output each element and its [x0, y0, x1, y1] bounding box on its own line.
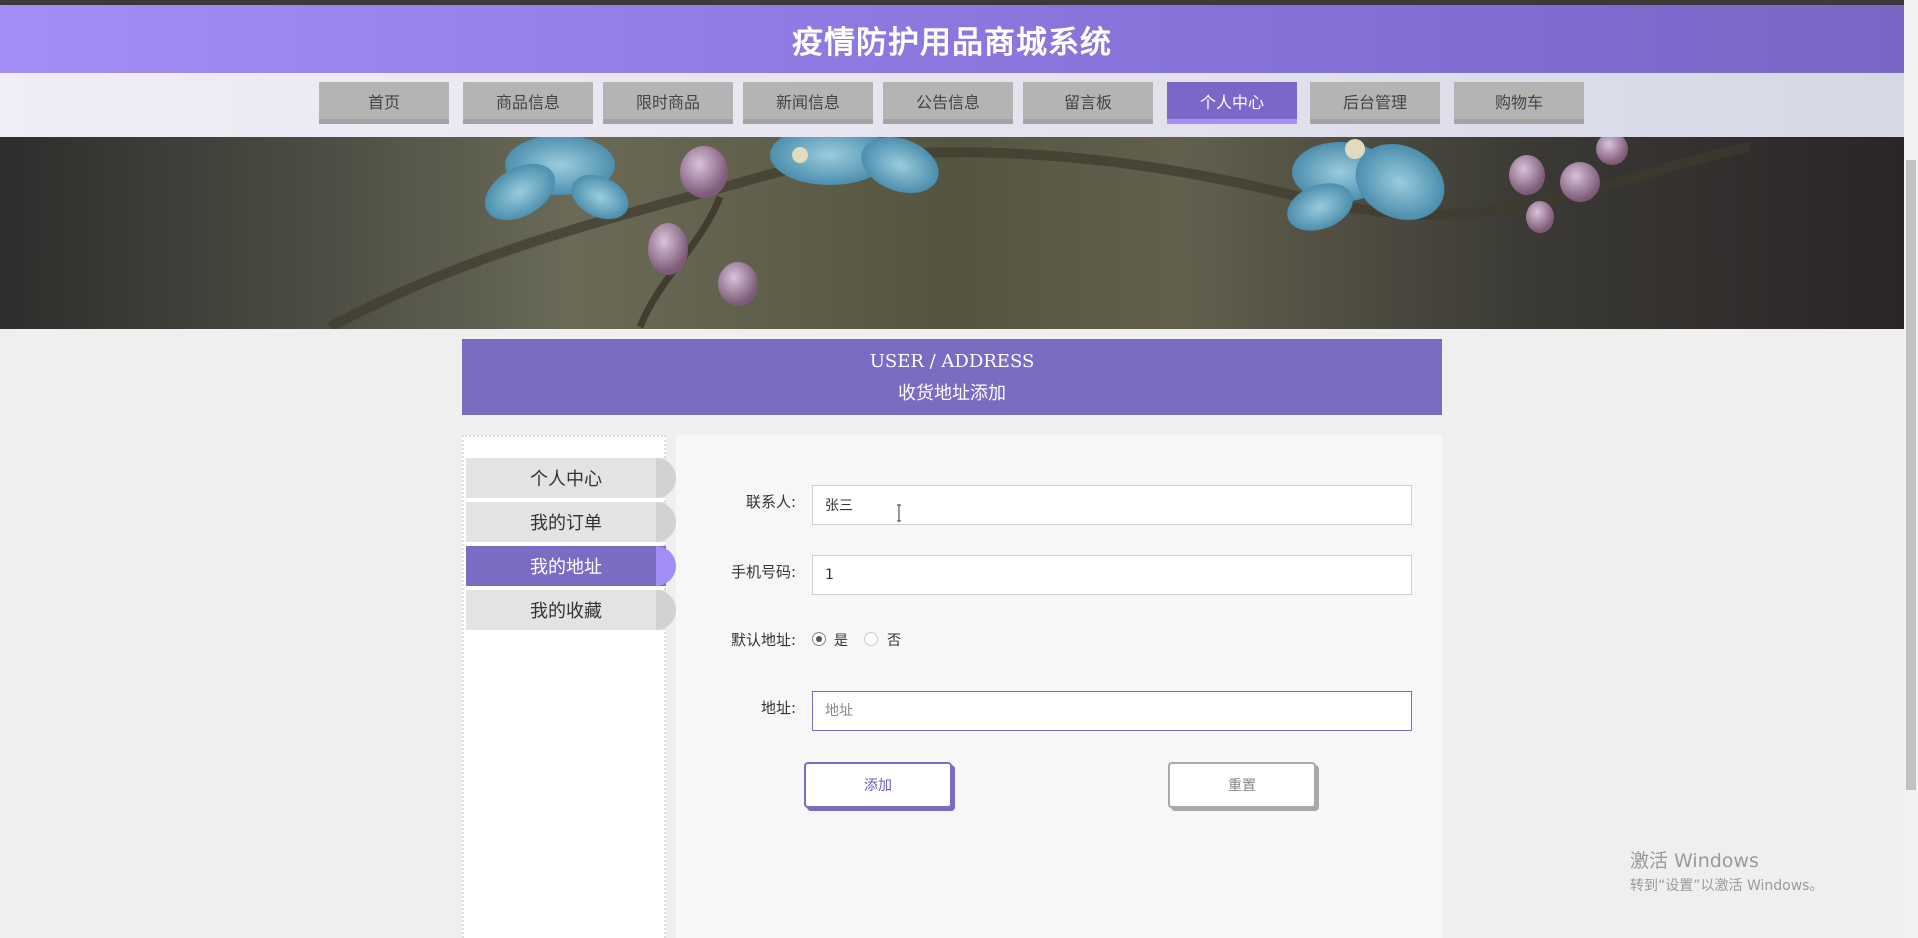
address-input[interactable] [812, 691, 1412, 731]
main-nav: 首页 商品信息 限时商品 新闻信息 公告信息 留言板 个人中心 后台管理 购物车 [0, 73, 1904, 137]
default-no-radio[interactable] [864, 632, 878, 646]
sidebar-item-my-address[interactable]: 我的地址 [466, 546, 676, 586]
site-title: 疫情防护用品商城系统 [792, 24, 1112, 61]
user-sidebar: 个人中心 我的订单 我的地址 我的收藏 [462, 435, 676, 938]
address-form: 联系人: 手机号码: 默认地址: 是 否 地址: 添加 重置 [676, 435, 1442, 938]
contact-input[interactable] [812, 485, 1412, 525]
page-scrollbar[interactable] [1904, 0, 1918, 938]
section-title-cn: 收货地址添加 [898, 383, 1006, 404]
phone-label: 手机号码: [730, 563, 796, 581]
site-header: 疫情防护用品商城系统 [0, 5, 1904, 73]
default-address-label: 默认地址: [730, 631, 796, 649]
sidebar-item-my-orders[interactable]: 我的订单 [466, 502, 676, 542]
add-button[interactable]: 添加 [804, 762, 952, 808]
scrollbar-thumb[interactable] [1906, 160, 1916, 790]
banner-image [0, 137, 1904, 329]
nav-item-message-board[interactable]: 留言板 [1023, 82, 1153, 124]
sidebar-item-label: 我的地址 [530, 557, 602, 578]
default-yes-label: 是 [834, 633, 848, 649]
nav-item-cart[interactable]: 购物车 [1454, 82, 1584, 124]
nav-item-home[interactable]: 首页 [319, 82, 449, 124]
default-yes-radio[interactable] [812, 632, 826, 646]
sidebar-item-label: 个人中心 [530, 469, 602, 490]
sidebar-item-label: 我的订单 [530, 513, 602, 534]
windows-activation-watermark: 激活 Windows 转到“设置”以激活 Windows。 [1630, 846, 1823, 895]
sidebar-item-label: 我的收藏 [530, 601, 602, 622]
reset-button[interactable]: 重置 [1168, 762, 1316, 808]
watermark-line-2: 转到“设置”以激活 Windows。 [1630, 878, 1824, 894]
flower-illustration [327, 137, 1751, 329]
nav-item-news[interactable]: 新闻信息 [743, 82, 873, 124]
contact-label: 联系人: [745, 493, 796, 511]
nav-item-admin[interactable]: 后台管理 [1310, 82, 1440, 124]
nav-item-announcements[interactable]: 公告信息 [883, 82, 1013, 124]
address-label: 地址: [760, 699, 796, 717]
nav-item-products[interactable]: 商品信息 [463, 82, 593, 124]
text-cursor-icon [897, 504, 901, 522]
sidebar-item-personal-center[interactable]: 个人中心 [466, 458, 676, 498]
sidebar-item-my-favorites[interactable]: 我的收藏 [466, 590, 676, 630]
section-title-en: USER / ADDRESS [869, 351, 1035, 372]
watermark-line-1: 激活 Windows [1630, 850, 1759, 872]
phone-input[interactable] [812, 555, 1412, 595]
section-header: USER / ADDRESS 收货地址添加 [462, 339, 1442, 415]
nav-item-flash-sale[interactable]: 限时商品 [603, 82, 733, 124]
nav-item-personal-center[interactable]: 个人中心 [1167, 82, 1297, 124]
default-no-label: 否 [887, 633, 901, 649]
